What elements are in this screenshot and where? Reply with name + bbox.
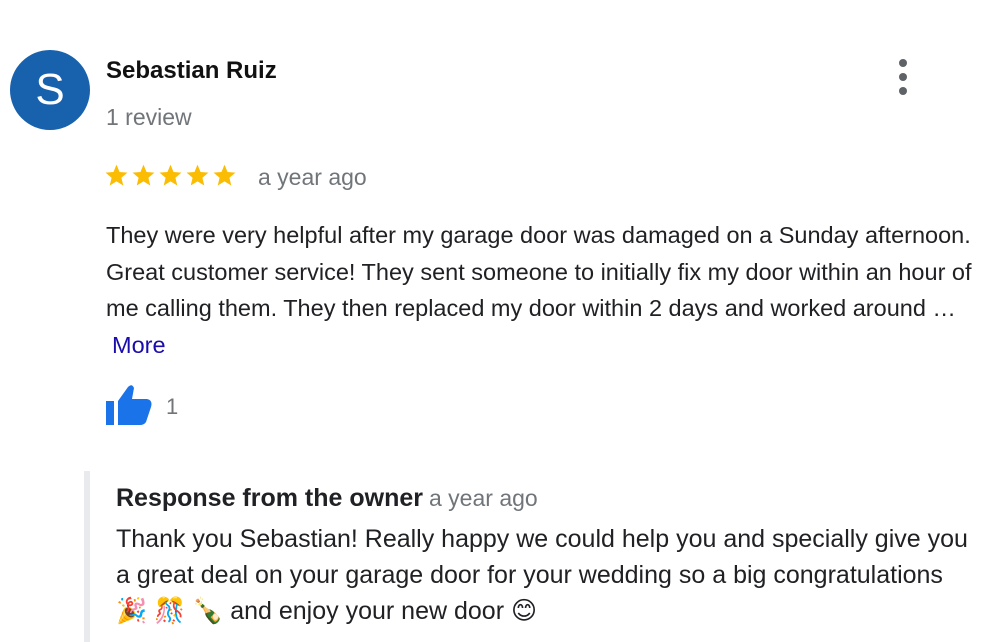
more-vert-icon-dot — [899, 87, 907, 95]
like-button[interactable] — [104, 383, 154, 427]
star-icon — [105, 164, 128, 186]
star-icon — [132, 164, 155, 186]
like-count: 1 — [166, 394, 179, 419]
reviewer-name[interactable]: Sebastian Ruiz — [106, 57, 277, 85]
star-icon — [159, 164, 182, 186]
thumbs-up-icon — [106, 385, 152, 425]
star-icon — [213, 164, 236, 186]
star-icon — [186, 164, 209, 186]
reviewer-review-count: 1 review — [106, 104, 192, 130]
avatar-letter: S — [35, 65, 65, 114]
owner-response-text: Thank you Sebastian! Really happy we cou… — [116, 525, 968, 625]
owner-response: Response from the owner a year ago Thank … — [84, 471, 988, 642]
owner-response-date: a year ago — [429, 485, 538, 511]
review-date: a year ago — [258, 164, 367, 190]
review-body: They were very helpful after my garage d… — [106, 222, 972, 321]
more-vert-icon-dot — [899, 73, 907, 81]
review-text: They were very helpful after my garage d… — [106, 217, 976, 363]
more-link[interactable]: More — [112, 332, 166, 358]
avatar[interactable]: S — [10, 50, 90, 130]
review-card: S Sebastian Ruiz 1 review a year ago The… — [0, 0, 988, 642]
owner-response-header: Response from the owner a year ago — [116, 484, 538, 513]
more-vert-icon-dot — [899, 59, 907, 67]
more-options-button[interactable] — [886, 54, 920, 100]
star-rating — [104, 163, 237, 188]
owner-response-title: Response from the owner — [116, 484, 423, 512]
